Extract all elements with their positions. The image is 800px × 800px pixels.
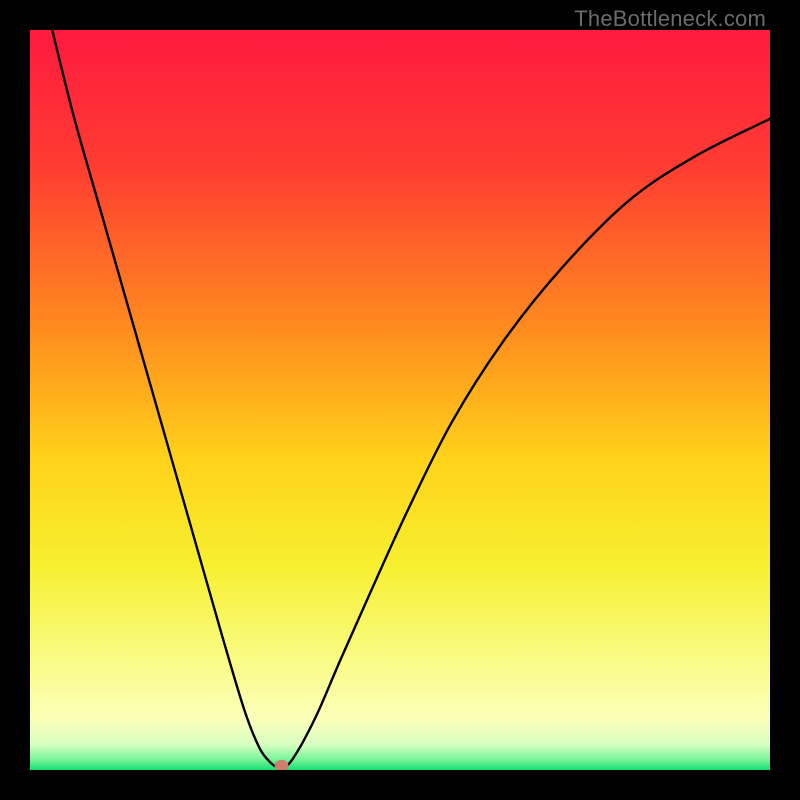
chart-svg <box>30 30 770 770</box>
plot-area <box>30 30 770 770</box>
watermark-text: TheBottleneck.com <box>574 6 766 32</box>
chart-frame <box>30 30 770 770</box>
gradient-background <box>30 30 770 770</box>
